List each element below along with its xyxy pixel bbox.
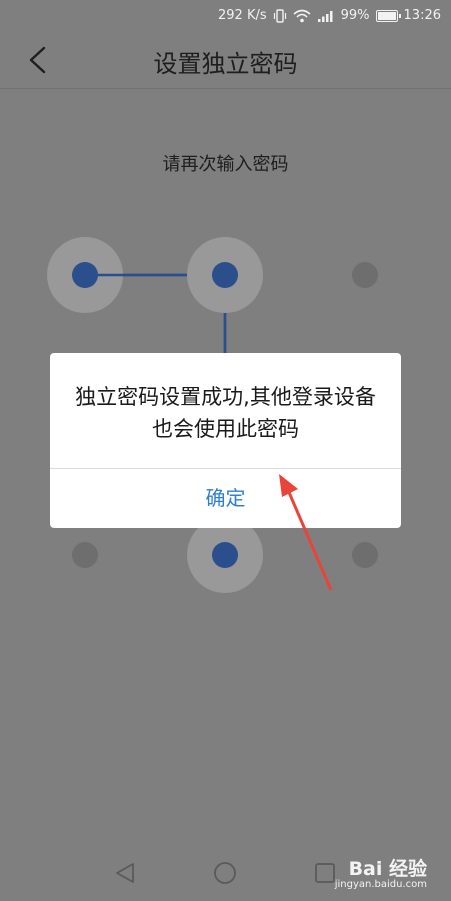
nav-back-icon [116, 863, 134, 883]
nav-home-button[interactable] [205, 855, 245, 891]
pattern-dot-7[interactable] [72, 542, 98, 568]
watermark: Bai 经验 jingyan.baidu.com [335, 859, 427, 891]
dialog-message: 独立密码设置成功,其他登录设备也会使用此密码 [75, 385, 376, 441]
success-dialog: 独立密码设置成功,其他登录设备也会使用此密码 确定 [50, 353, 401, 528]
watermark-logo: Bai 经验 [348, 858, 427, 880]
pattern-dot-9[interactable] [352, 542, 378, 568]
confirm-button[interactable]: 确定 [50, 469, 401, 528]
pattern-dot-1[interactable] [72, 262, 98, 288]
nav-home-icon [214, 862, 236, 884]
pattern-dot-3[interactable] [352, 262, 378, 288]
pattern-dot-8[interactable] [212, 542, 238, 568]
watermark-url: jingyan.baidu.com [334, 879, 427, 890]
nav-back-button[interactable] [105, 855, 145, 891]
pattern-dot-2[interactable] [212, 262, 238, 288]
